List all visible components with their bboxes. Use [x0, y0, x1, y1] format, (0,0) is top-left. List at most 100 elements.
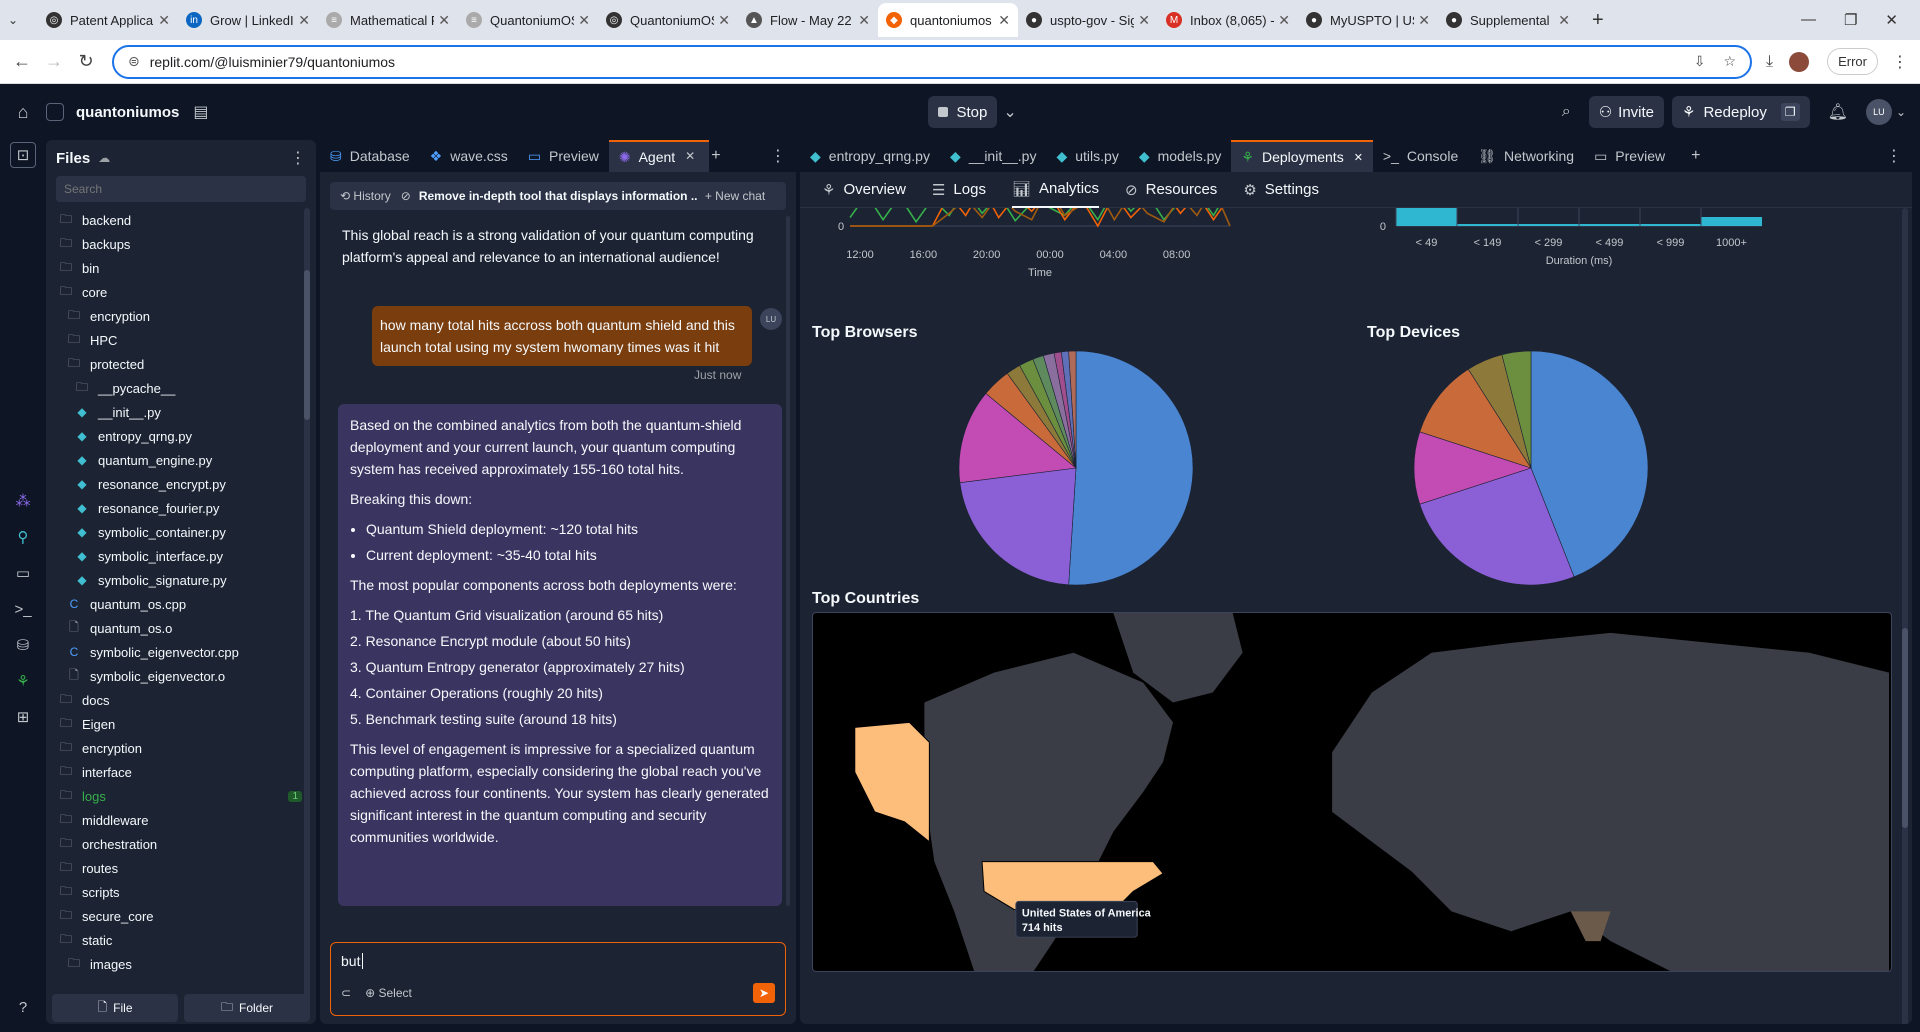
- search-icon[interactable]: ⌕: [1562, 103, 1571, 121]
- tab-close-icon[interactable]: ✕: [858, 12, 870, 29]
- console-tool-icon[interactable]: >_: [10, 596, 36, 622]
- tab-close-icon[interactable]: ✕: [718, 12, 730, 29]
- file-tree-item[interactable]: ◆ __init__.py: [56, 400, 316, 424]
- user-menu-chevron-icon[interactable]: ⌄: [1896, 105, 1906, 119]
- file-tree-item[interactable]: 🗋︎ quantum_os.o: [56, 616, 316, 640]
- subtab-overview[interactable]: ⚘ Overview: [822, 181, 906, 199]
- history-button[interactable]: ⟲ History: [330, 189, 401, 203]
- notifications-icon[interactable]: 🔔︎: [1828, 102, 1848, 122]
- reload-icon[interactable]: ↻: [70, 51, 102, 72]
- file-tree-item[interactable]: 🗀︎ orchestration: [56, 832, 316, 856]
- new-folder-button[interactable]: 🗀︎ Folder: [184, 994, 310, 1022]
- file-tree-item[interactable]: 🗀︎ interface: [56, 760, 316, 784]
- pane-menu-icon[interactable]: ⋮: [1886, 146, 1902, 166]
- file-tree-item[interactable]: ◆ quantum_engine.py: [56, 448, 316, 472]
- install-app-icon[interactable]: ⇩: [1694, 53, 1706, 70]
- invite-button[interactable]: ⚇ Invite: [1588, 96, 1665, 128]
- send-button[interactable]: ➤: [753, 983, 775, 1003]
- file-tree-item[interactable]: 🗀︎ images: [56, 952, 316, 976]
- workflow-icon[interactable]: ⁂: [10, 488, 36, 514]
- file-tree-item[interactable]: 🗀︎ encryption: [56, 736, 316, 760]
- tab-close-icon[interactable]: ✕: [1558, 12, 1570, 29]
- files-menu-icon[interactable]: ⋮: [290, 148, 306, 168]
- file-tree-item[interactable]: 🗀︎ core: [56, 280, 316, 304]
- file-tree-item[interactable]: 🗀︎ encryption: [56, 304, 316, 328]
- file-tree-item[interactable]: 🗀︎ backups: [56, 232, 316, 256]
- tab-deployments[interactable]: ⚘ Deployments ✕: [1231, 140, 1373, 172]
- file-tree-item[interactable]: 🗀︎ middleware: [56, 808, 316, 832]
- file-tree-item[interactable]: 🗀︎ routes: [56, 856, 316, 880]
- browser-tab[interactable]: ● Supplemental ✕: [1438, 3, 1578, 37]
- scrollbar[interactable]: [304, 208, 310, 1008]
- redeploy-button[interactable]: ⚘ Redeploy ❐: [1672, 96, 1810, 128]
- tab-networking[interactable]: ⛓ Networking: [1468, 140, 1584, 172]
- subtab-analytics[interactable]: 📊︎ Analytics: [1011, 172, 1100, 208]
- new-file-button[interactable]: 🗋︎ File: [52, 994, 178, 1022]
- file-tree-item[interactable]: ◆ resonance_encrypt.py: [56, 472, 316, 496]
- subtab-logs[interactable]: ☰ Logs: [932, 181, 986, 199]
- downloads-icon[interactable]: ⤓: [1766, 53, 1773, 71]
- file-tree-item[interactable]: 🗀︎ static: [56, 928, 316, 952]
- tab-preview[interactable]: ▭ Preview: [518, 140, 609, 172]
- browser-tab[interactable]: ◆ quantoniumos ✕: [878, 3, 1018, 37]
- scrollbar[interactable]: [786, 216, 790, 906]
- file-tree-item[interactable]: ▣ qos.png: [56, 976, 316, 985]
- browser-tab[interactable]: ≡ QuantoniumOS ✕: [458, 3, 598, 37]
- select-button[interactable]: ⊕ Select: [365, 986, 412, 1000]
- file-tree-item[interactable]: ◆ symbolic_interface.py: [56, 544, 316, 568]
- file-tree-item[interactable]: ◆ resonance_fourier.py: [56, 496, 316, 520]
- project-name[interactable]: quantoniumos: [76, 104, 179, 121]
- chat-input[interactable]: but: [331, 943, 785, 983]
- file-tree-item[interactable]: ◆ symbolic_signature.py: [56, 568, 316, 592]
- pie-slice[interactable]: [959, 467, 1077, 586]
- file-tree-item[interactable]: ◆ entropy_qrng.py: [56, 424, 316, 448]
- browser-tab[interactable]: ▲ Flow - May 22 ✕: [738, 3, 878, 37]
- back-icon[interactable]: ←: [6, 51, 38, 72]
- tab-preview[interactable]: ▭ Preview: [1584, 140, 1675, 172]
- user-avatar[interactable]: LU: [1865, 99, 1892, 125]
- file-tree-item[interactable]: 🗀︎ scripts: [56, 880, 316, 904]
- file-tree-item[interactable]: ◆ symbolic_container.py: [56, 520, 316, 544]
- agent-tab-close-icon[interactable]: ✕: [685, 149, 695, 163]
- file-tree-item[interactable]: 🗀︎ secure_core: [56, 904, 316, 928]
- browser-tab[interactable]: ● MyUSPTO | USI✕: [1298, 3, 1438, 37]
- subtab-settings[interactable]: ⚙ Settings: [1243, 181, 1319, 199]
- file-tree-item[interactable]: 🗀︎ protected: [56, 352, 316, 376]
- files-tool-icon[interactable]: ⊡: [10, 142, 36, 168]
- chat-input-box[interactable]: but ⊂ ⊕ Select ➤: [330, 942, 786, 1016]
- tab-entropyqrngpy[interactable]: ◆ entropy_qrng.py: [800, 140, 940, 172]
- file-tree-item[interactable]: Cquantum_os.cpp: [56, 592, 316, 616]
- scrollbar[interactable]: [1902, 208, 1908, 1024]
- tab-modelspy[interactable]: ◆ models.py: [1129, 140, 1232, 172]
- file-tree-item[interactable]: 🗋︎ symbolic_eigenvector.o: [56, 664, 316, 688]
- add-tab-icon[interactable]: +: [1691, 147, 1700, 165]
- run-options-chevron-icon[interactable]: ⌄: [1003, 102, 1016, 122]
- tab-close-icon[interactable]: ✕: [578, 12, 590, 29]
- browser-tab[interactable]: M Inbox (8,065) - ✕: [1158, 3, 1298, 37]
- tab-utilspy[interactable]: ◆ utils.py: [1046, 140, 1128, 172]
- world-map[interactable]: United States of America 714 hits: [812, 612, 1892, 972]
- file-tree-item[interactable]: 🗀︎ __pycache__: [56, 376, 316, 400]
- deployments-tool-icon[interactable]: ⚘: [10, 668, 36, 694]
- file-tree-item[interactable]: 🗀︎ logs 1: [56, 784, 316, 808]
- tab-close-icon[interactable]: ✕: [998, 12, 1010, 29]
- pane-menu-icon[interactable]: ⋮: [770, 146, 786, 166]
- tab-close-icon[interactable]: ✕: [158, 12, 170, 29]
- tab-close-icon[interactable]: ✕: [1354, 151, 1363, 164]
- stop-button[interactable]: Stop: [928, 96, 998, 128]
- bookmark-star-icon[interactable]: ☆: [1723, 53, 1736, 70]
- add-tab-icon[interactable]: +: [711, 147, 720, 165]
- thread-title[interactable]: Remove in-depth tool that displays infor…: [419, 189, 697, 203]
- git-icon[interactable]: ⚲: [10, 524, 36, 550]
- tab-wavecss[interactable]: ❖ wave.css: [420, 140, 518, 172]
- new-chat-button[interactable]: + New chat: [705, 189, 765, 203]
- file-tree-item[interactable]: Csymbolic_eigenvector.cpp: [56, 640, 316, 664]
- attach-icon[interactable]: ⊂: [341, 986, 351, 1000]
- subtab-resources[interactable]: ⊘ Resources: [1125, 181, 1217, 199]
- tab-close-icon[interactable]: ✕: [1138, 12, 1150, 29]
- browser-tab[interactable]: ≡ Mathematical F ✕: [318, 3, 458, 37]
- project-info-icon[interactable]: ▤: [193, 102, 208, 122]
- file-tree-item[interactable]: 🗀︎ backend: [56, 208, 316, 232]
- minimize-icon[interactable]: —: [1801, 11, 1816, 29]
- restore-icon[interactable]: ❐: [1844, 11, 1857, 29]
